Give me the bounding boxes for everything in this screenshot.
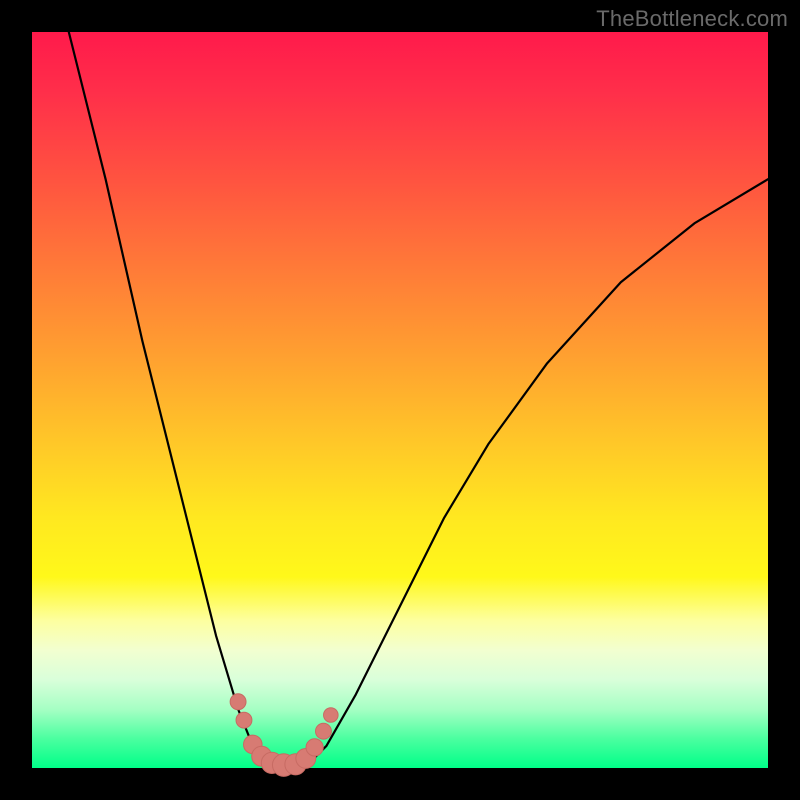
curve-marker xyxy=(236,712,252,728)
watermark-text: TheBottleneck.com xyxy=(596,6,788,32)
chart-svg xyxy=(32,32,768,768)
curve-markers xyxy=(230,694,338,777)
curve-marker xyxy=(230,694,246,710)
chart-frame: TheBottleneck.com xyxy=(0,0,800,800)
curve-marker xyxy=(316,723,332,739)
bottleneck-curve xyxy=(69,32,768,768)
curve-marker xyxy=(306,739,323,756)
plot-area xyxy=(32,32,768,768)
curve-marker xyxy=(324,708,339,723)
